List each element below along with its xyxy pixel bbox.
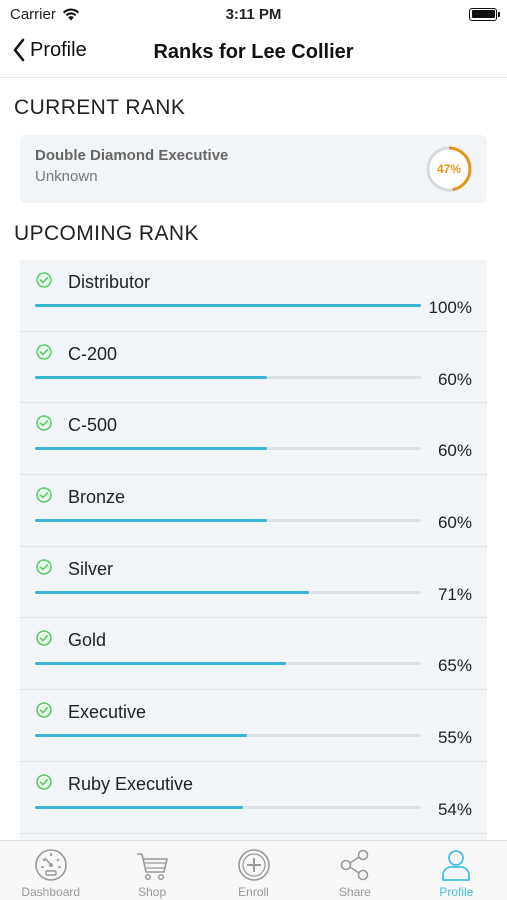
rank-progress-fill [35,304,421,307]
dashboard-gauge-icon [34,849,67,881]
rank-row[interactable]: Ruby Executive 54% [20,762,487,834]
current-rank-progress-label: 47% [436,162,462,176]
check-circle-icon [36,487,52,503]
check-circle-icon [36,702,52,718]
rank-progress-track [35,734,421,738]
rank-name: Executive [68,702,147,723]
tab-shop-label: Shop [138,885,167,899]
rank-progress-fill [35,375,267,379]
upcoming-rank-heading: UPCOMING RANK [14,222,199,245]
carrier-label: Carrier [10,5,56,23]
rank-name: Distributor [68,272,151,292]
tab-profile-label: Profile [439,885,474,899]
tab-share-label: Share [338,885,371,899]
rank-progress-percent: 65% [437,656,472,676]
back-label: Profile [30,38,87,61]
rank-row[interactable]: Silver 71% [20,547,487,619]
check-circle-icon [36,272,52,288]
wifi-icon [62,8,79,20]
status-left: Carrier [10,6,80,23]
rank-progress-percent: 54% [437,799,472,819]
rank-name: Silver [68,558,114,579]
back-button[interactable]: Profile [12,38,87,62]
rank-progress-track [35,375,421,379]
current-rank-name: Double Diamond Executive [35,147,229,164]
tab-share[interactable]: Share [304,841,405,900]
check-circle-icon [36,343,52,360]
tab-shop[interactable]: Shop [101,841,202,900]
battery-icon [469,7,500,21]
rank-progress-fill [35,447,267,451]
rank-progress-track [35,662,421,666]
upcoming-rank-list[interactable]: Distributor 100% C-200 60% C-500 60% Bronze 60%… [20,260,487,840]
rank-row[interactable]: C-500 60% [20,403,487,476]
rank-progress-percent: 55% [437,728,472,748]
rank-progress-fill [35,662,286,666]
rank-progress-fill [35,734,248,738]
rank-name: Bronze [68,487,126,508]
rank-row[interactable]: Executive 55% [20,690,487,762]
tab-profile[interactable]: Profile [406,841,507,900]
current-rank-subtitle: Unknown [35,168,98,185]
rank-name: Ruby Executive [68,773,194,794]
rank-progress-track [35,590,421,594]
tab-dashboard-label: Dashboard [21,885,81,899]
check-circle-icon [36,630,52,647]
rank-progress-percent: 60% [437,369,472,389]
rank-progress-percent: 60% [437,441,472,461]
rank-progress-percent: 71% [437,584,472,604]
rank-progress-track [35,519,421,523]
rank-row[interactable]: C-200 60% [20,332,487,404]
rank-row[interactable]: Gold 65% [20,618,487,691]
rank-name: C-200 [68,343,118,364]
status-bar: Carrier 3:11 PM [0,0,507,28]
rank-row[interactable]: Bronze 60% [20,475,487,547]
rank-progress-fill [35,519,267,523]
rank-name: C-500 [68,415,118,436]
rank-name: Gold [68,630,107,651]
shopping-cart-icon [137,853,168,881]
tab-enroll[interactable]: Enroll [203,841,304,900]
rank-progress-track [35,304,421,307]
rank-progress-percent: 100% [428,298,472,317]
user-profile-icon [442,850,471,881]
current-rank-card[interactable]: Double Diamond Executive Unknown 47% [20,135,487,203]
rank-row[interactable]: Distributor 100% [20,260,487,332]
current-rank-heading: CURRENT RANK [14,96,186,119]
check-circle-icon [36,774,52,790]
tab-enroll-label: Enroll [238,885,269,899]
check-circle-icon [36,415,52,432]
rank-progress-percent: 60% [437,513,472,533]
tab-dashboard[interactable]: Dashboard [0,841,101,900]
tab-bar: Dashboard Shop Enroll Share Profile [0,840,507,900]
navigation-bar: Profile Ranks for Lee Collier [0,28,507,78]
add-circle-icon [237,849,270,881]
rank-progress-fill [35,805,244,809]
rank-progress-fill [35,590,310,594]
chevron-left-icon [13,38,25,62]
check-circle-icon [36,559,52,575]
rank-progress-track [35,447,421,451]
rank-progress-track [35,805,421,809]
current-rank-progress-ring: 47% [425,145,473,193]
share-icon [340,849,369,881]
